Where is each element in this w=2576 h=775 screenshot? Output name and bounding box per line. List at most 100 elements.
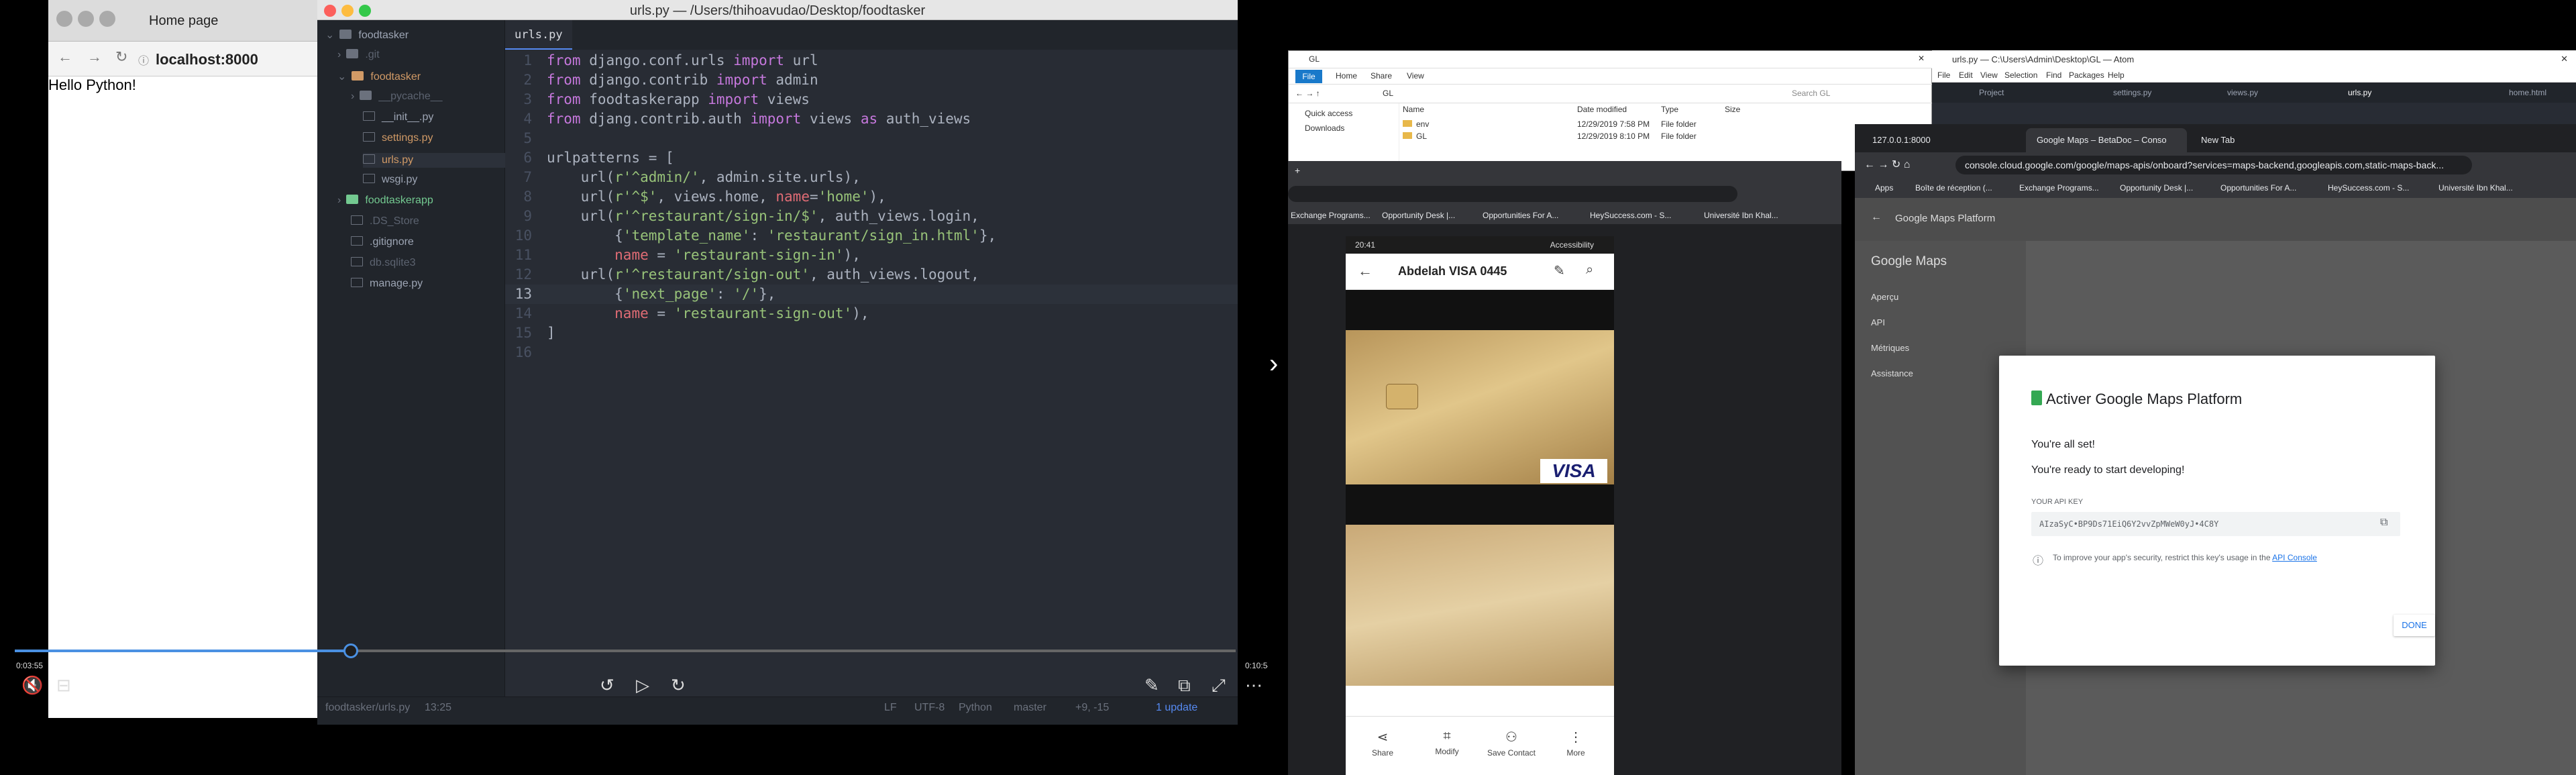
tree-item-root[interactable]: ⌄ foodtasker xyxy=(325,28,409,42)
menu-packages[interactable]: Packages xyxy=(2069,70,2104,80)
status-grammar[interactable]: Python xyxy=(959,702,992,714)
tree-item-foodtasker[interactable]: ⌄ foodtasker xyxy=(337,70,421,83)
tree-item-manage[interactable]: manage.py xyxy=(351,278,423,290)
status-encoding[interactable]: UTF-8 xyxy=(914,702,945,714)
code-editor[interactable]: urls.py 1 from django.conf.urls import ur… xyxy=(505,20,1238,705)
done-button[interactable]: DONE xyxy=(2394,615,2435,636)
forward-icon[interactable]: ↻ xyxy=(671,675,686,696)
col-size[interactable]: Size xyxy=(1725,105,1740,114)
nav-quick-access[interactable]: Quick access xyxy=(1305,109,1352,118)
tree-item-git[interactable]: › .git xyxy=(337,49,380,61)
api-key-field[interactable]: AIzaSyC•BP9Ds71EiQ6Y2vvZpMWeW0yJ•4C8Y xyxy=(2031,512,2400,536)
tree-item-urls[interactable]: urls.py xyxy=(363,153,505,168)
col-type[interactable]: Type xyxy=(1661,105,1678,114)
tree-item-wsgi[interactable]: wsgi.py xyxy=(363,174,417,186)
menu-edit[interactable]: Edit xyxy=(1959,70,1973,80)
tab-urls-py[interactable]: urls.py xyxy=(505,20,572,50)
status-diff[interactable]: +9, -15 xyxy=(1075,702,1109,714)
maps-url[interactable]: console.cloud.google.com/google/maps-api… xyxy=(1955,156,2472,174)
tab-home[interactable]: home.html xyxy=(2509,88,2546,97)
menu-help[interactable]: Help xyxy=(2108,70,2125,80)
col-name[interactable]: Name xyxy=(1403,105,1424,114)
explorer-search[interactable]: Search GL xyxy=(1792,89,1830,98)
video-player[interactable]: Home page ← → ↻ ⓘ localhost:8000 Hello P… xyxy=(0,0,1268,775)
minimize-dot-icon[interactable] xyxy=(78,11,94,27)
rewind-icon[interactable]: ↺ xyxy=(600,675,614,696)
api-console-link[interactable]: API Console xyxy=(2272,553,2317,562)
ribbon-file[interactable]: File xyxy=(1295,70,1322,83)
bookmark[interactable]: Opportunities For A... xyxy=(2220,183,2296,193)
search-icon[interactable]: ⌕ xyxy=(1586,262,1593,278)
nav-metriques[interactable]: Métriques xyxy=(1871,343,1909,353)
status-cursor[interactable]: 13:25 xyxy=(425,702,451,714)
tab-views[interactable]: views.py xyxy=(2227,88,2258,97)
status-eol[interactable]: LF xyxy=(884,702,897,714)
back-icon[interactable]: ← → ↻ ⌂ xyxy=(1864,158,1910,171)
tree-item-gitignore[interactable]: .gitignore xyxy=(351,236,414,248)
fullscreen-icon[interactable]: ⤢ xyxy=(1212,675,1226,696)
table-row[interactable]: env 12/29/2019 7:58 PM File folder xyxy=(1403,119,1805,129)
new-tab-icon[interactable]: + xyxy=(1295,165,1300,176)
menu-file[interactable]: File xyxy=(1937,70,1950,80)
browser-tab-title[interactable]: Home page xyxy=(149,13,218,29)
close-icon[interactable]: ✕ xyxy=(2561,54,2568,64)
close-dot-icon[interactable] xyxy=(56,11,72,27)
more-button[interactable]: ⋮ More xyxy=(1546,729,1606,758)
reload-icon[interactable]: ↻ xyxy=(115,48,127,66)
bookmark[interactable]: Opportunity Desk |... xyxy=(1382,211,1455,220)
menu-find[interactable]: Find xyxy=(2046,70,2061,80)
tree-item-settings[interactable]: settings.py xyxy=(363,132,433,144)
forward-icon[interactable]: → xyxy=(87,48,102,66)
tree-item-ds-store[interactable]: .DS_Store xyxy=(351,215,419,227)
bookmark[interactable]: Opportunity Desk |... xyxy=(2120,183,2193,193)
bookmark[interactable]: Université Ibn Khal... xyxy=(1704,211,1778,220)
maximize-dot-icon[interactable] xyxy=(99,11,115,27)
back-icon[interactable]: ← xyxy=(58,48,72,66)
mute-icon[interactable]: 🔇 xyxy=(21,675,43,696)
video-scrubber-handle[interactable] xyxy=(343,643,358,658)
tree-item-db[interactable]: db.sqlite3 xyxy=(351,257,416,269)
ribbon-share[interactable]: Share xyxy=(1371,71,1392,81)
tab-google-maps[interactable]: Google Maps – BetaDoc – Conso xyxy=(2026,128,2187,152)
close-icon[interactable]: ✕ xyxy=(1918,54,1925,63)
table-row[interactable]: GL 12/29/2019 8:10 PM File folder xyxy=(1403,132,1805,141)
browser-url[interactable]: localhost:8000 xyxy=(156,51,258,68)
tree-item-foodtaskerapp[interactable]: › foodtaskerapp xyxy=(337,195,433,207)
col-date[interactable]: Date modified xyxy=(1577,105,1627,114)
bookmark[interactable]: HeySuccess.com - S... xyxy=(1590,211,1671,220)
status-path[interactable]: foodtasker/urls.py xyxy=(325,702,410,714)
tree-item-pycache[interactable]: › __pycache__ xyxy=(351,91,443,103)
tree-item-init[interactable]: __init__.py xyxy=(363,111,433,123)
edit-icon[interactable]: ✎ xyxy=(1554,262,1565,279)
bookmark[interactable]: HeySuccess.com - S... xyxy=(2328,183,2409,193)
bookmark[interactable]: Université Ibn Khal... xyxy=(2438,183,2513,193)
nav-downloads[interactable]: Downloads xyxy=(1305,123,1344,133)
status-branch[interactable]: master xyxy=(1014,702,1046,714)
back-icon[interactable]: ← xyxy=(1358,262,1373,280)
copy-icon[interactable]: ⧉ xyxy=(2380,517,2387,529)
edit-icon[interactable]: ✎ xyxy=(1144,675,1159,696)
back-icon[interactable]: ← → ↑ xyxy=(1295,89,1320,98)
more-icon[interactable]: ⋯ xyxy=(1245,675,1263,696)
menu-view[interactable]: View xyxy=(1980,70,1998,80)
save-contact-button[interactable]: ⚇ Save Contact xyxy=(1481,729,1542,758)
subtitles-icon[interactable]: ⊟ xyxy=(56,675,71,696)
ribbon-home[interactable]: Home xyxy=(1336,71,1357,81)
status-update[interactable]: 1 update xyxy=(1156,702,1197,714)
play-icon[interactable]: ▷ xyxy=(636,675,649,696)
ribbon-view[interactable]: View xyxy=(1407,71,1424,81)
back-icon[interactable]: ← xyxy=(1871,211,1882,223)
share-button[interactable]: ⋖ Share xyxy=(1352,729,1413,758)
bookmark[interactable]: Apps xyxy=(1875,183,1893,193)
modify-button[interactable]: ⌗ Modify xyxy=(1417,729,1477,756)
explorer-path[interactable]: GL xyxy=(1383,89,1393,98)
bookmark[interactable]: Exchange Programs... xyxy=(1291,211,1371,220)
bookmark[interactable]: Boîte de réception (... xyxy=(1915,183,1992,193)
pip-icon[interactable]: ⧉ xyxy=(1178,675,1191,696)
nav-apercu[interactable]: Aperçu xyxy=(1871,292,1898,302)
menu-selection[interactable]: Selection xyxy=(2004,70,2037,80)
tab-new[interactable]: New Tab xyxy=(2190,128,2324,152)
next-arrow-icon[interactable]: › xyxy=(1269,349,1278,379)
nav-assistance[interactable]: Assistance xyxy=(1871,368,1913,378)
bookmark[interactable]: Exchange Programs... xyxy=(2019,183,2099,193)
